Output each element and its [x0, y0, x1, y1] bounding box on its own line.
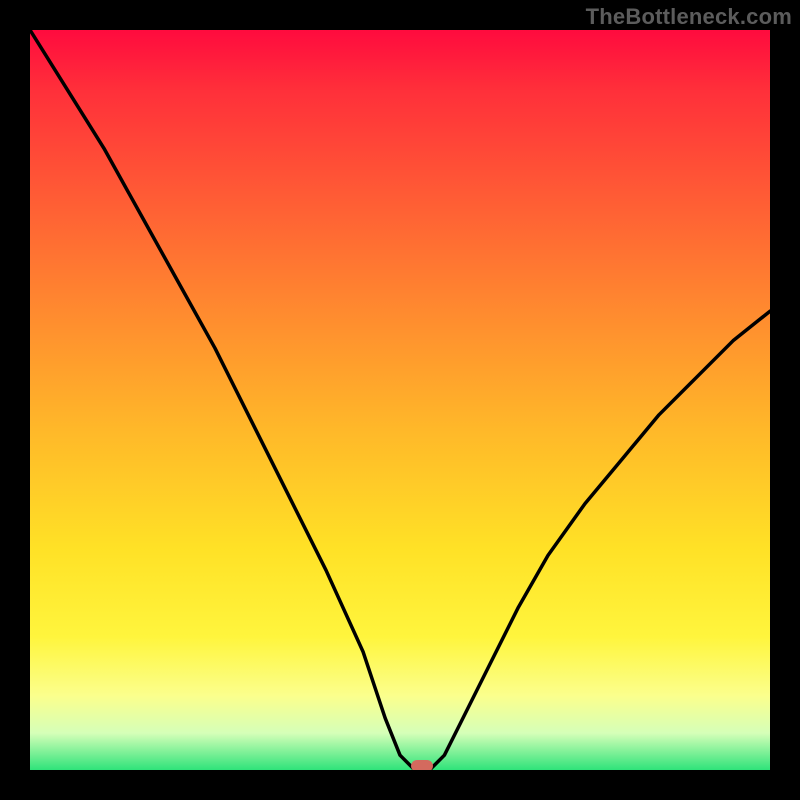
optimal-point-marker — [411, 760, 433, 770]
plot-area — [30, 30, 770, 770]
watermark-text: TheBottleneck.com — [586, 4, 792, 30]
bottleneck-curve — [30, 30, 770, 770]
chart-canvas: TheBottleneck.com — [0, 0, 800, 800]
